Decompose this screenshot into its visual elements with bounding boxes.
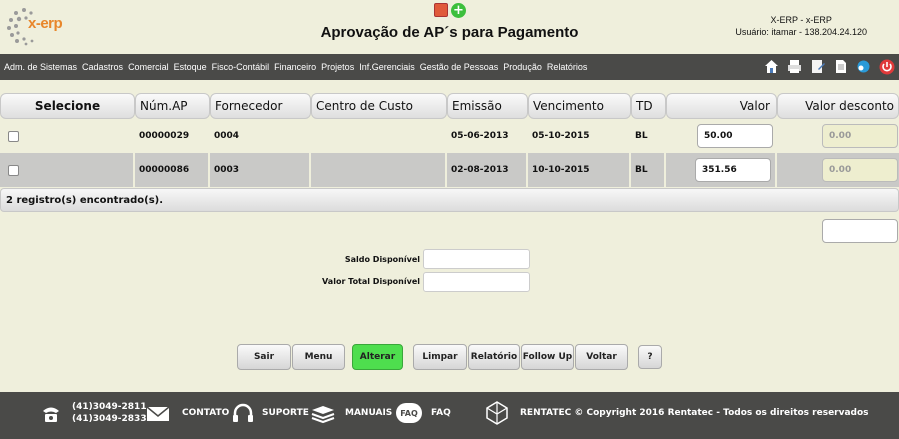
headset-icon <box>233 403 253 422</box>
network-icon[interactable] <box>855 58 872 75</box>
column-header-emissao[interactable]: Emissão <box>447 93 528 119</box>
faq-link[interactable]: FAQ <box>431 408 451 418</box>
valor-input[interactable]: 351.56 <box>695 158 771 182</box>
footer: (41)3049-2811 (41)3049-2833 CONTATO SUPO… <box>0 392 899 439</box>
relatorio-button[interactable]: Relatório <box>468 344 520 370</box>
emissao-cell: 05-06-2013 <box>451 131 509 141</box>
record-count: 2 registro(s) encontrado(s). <box>0 188 899 212</box>
sair-button[interactable]: Sair <box>237 344 291 370</box>
centro-custo-cell <box>311 153 447 187</box>
valor-input[interactable]: 50.00 <box>697 124 773 148</box>
desconto-cell: 0.00 <box>777 153 899 187</box>
column-header-valor-desconto[interactable]: Valor desconto <box>777 93 899 119</box>
desconto-cell: 0.00 <box>777 119 899 153</box>
menu-item-gestao-pessoas[interactable]: Gestão de Pessoas <box>420 62 499 72</box>
phone-icon <box>43 407 59 422</box>
document-icon[interactable] <box>832 58 849 75</box>
valor-desconto-input: 0.00 <box>822 124 898 148</box>
valor-total-label: Valor Total Disponível <box>322 277 420 286</box>
system-info: X-ERP - x-ERP Usuário: itamar - 138.204.… <box>735 14 867 38</box>
system-name: X-ERP - x-ERP <box>770 15 832 25</box>
table-row: 00000029 0004 05-06-2013 05-10-2015 BL 5… <box>0 119 899 153</box>
rentatec-logo-icon <box>486 401 508 425</box>
edit-icon[interactable] <box>809 58 826 75</box>
centro-custo-cell <box>311 119 447 153</box>
main-menu-bar: Adm. de Sistemas Cadastros Comercial Est… <box>0 54 899 80</box>
contato-link[interactable]: CONTATO <box>182 408 229 418</box>
menu-item-comercial[interactable]: Comercial <box>128 62 169 72</box>
follow-up-button[interactable]: Follow Up <box>521 344 574 370</box>
menu-icons <box>763 58 895 75</box>
menu-item-financeiro[interactable]: Financeiro <box>274 62 316 72</box>
emissao-cell: 02-08-2013 <box>447 153 528 187</box>
num-ap-cell: 00000086 <box>135 153 210 187</box>
table-header: Selecione Núm.AP Fornecedor Centro de Cu… <box>0 93 899 119</box>
fornecedor-cell: 0004 <box>214 131 240 141</box>
total-desconto-input[interactable] <box>822 219 898 243</box>
saldo-label: Saldo Disponível <box>344 255 420 264</box>
menu-item-producao[interactable]: Produção <box>503 62 542 72</box>
select-cell <box>0 153 135 187</box>
menu-item-adm[interactable]: Adm. de Sistemas <box>4 62 77 72</box>
add-icon[interactable]: + <box>451 3 466 18</box>
table-row: 00000086 0003 02-08-2013 10-10-2015 BL 3… <box>0 153 899 187</box>
action-buttons: Sair Menu Alterar Limpar Relatório Follo… <box>0 344 899 370</box>
vencimento-cell: 10-10-2015 <box>528 153 631 187</box>
td-cell: BL <box>631 153 666 187</box>
fornecedor-cell: 0003 <box>210 153 311 187</box>
column-header-valor[interactable]: Valor <box>666 93 777 119</box>
row-checkbox[interactable] <box>8 164 19 176</box>
num-ap-cell: 00000029 <box>139 131 190 141</box>
valor-total-input[interactable] <box>423 272 530 292</box>
home-icon[interactable] <box>763 58 780 75</box>
column-header-td[interactable]: TD <box>631 93 666 119</box>
phone-1: (41)3049-2811 <box>72 402 147 412</box>
alterar-button[interactable]: Alterar <box>352 344 403 370</box>
valor-cell: 351.56 <box>666 153 777 187</box>
user-info: Usuário: itamar - 138.204.24.120 <box>735 27 867 37</box>
help-button[interactable]: ? <box>638 345 662 369</box>
report-icon[interactable] <box>434 3 448 17</box>
menu-item-fisco[interactable]: Fisco-Contábil <box>212 62 270 72</box>
phone-2: (41)3049-2833 <box>72 414 147 424</box>
row-checkbox[interactable] <box>8 130 19 142</box>
envelope-icon <box>146 406 170 421</box>
copyright-text: RENTATEC © Copyright 2016 Rentatec - Tod… <box>520 408 869 418</box>
power-icon[interactable] <box>878 58 895 75</box>
column-header-fornecedor[interactable]: Fornecedor <box>210 93 311 119</box>
vencimento-cell: 05-10-2015 <box>532 131 590 141</box>
menu-item-cadastros[interactable]: Cadastros <box>82 62 123 72</box>
menu-items: Adm. de Sistemas Cadastros Comercial Est… <box>0 62 587 72</box>
menu-item-relatorios[interactable]: Relatórios <box>547 62 588 72</box>
suporte-link[interactable]: SUPORTE <box>262 408 309 418</box>
print-icon[interactable] <box>786 58 803 75</box>
limpar-button[interactable]: Limpar <box>413 344 467 370</box>
books-icon <box>311 406 335 424</box>
valor-cell: 50.00 <box>666 119 777 153</box>
voltar-button[interactable]: Voltar <box>575 344 628 370</box>
column-header-num-ap[interactable]: Núm.AP <box>135 93 210 119</box>
menu-item-inf-gerenciais[interactable]: Inf.Gerenciais <box>359 62 415 72</box>
td-cell: BL <box>635 131 648 141</box>
menu-item-projetos[interactable]: Projetos <box>321 62 354 72</box>
column-header-vencimento[interactable]: Vencimento <box>528 93 631 119</box>
header-icons: + <box>434 3 466 18</box>
menu-button[interactable]: Menu <box>292 344 345 370</box>
select-cell <box>0 119 135 153</box>
column-header-centro-custo[interactable]: Centro de Custo <box>311 93 447 119</box>
saldo-input[interactable] <box>423 249 530 269</box>
faq-icon: FAQ <box>396 403 422 423</box>
valor-desconto-input: 0.00 <box>822 158 898 182</box>
column-header-selecione[interactable]: Selecione <box>0 93 135 119</box>
menu-item-estoque[interactable]: Estoque <box>174 62 207 72</box>
manuais-link[interactable]: MANUAIS <box>345 408 392 418</box>
